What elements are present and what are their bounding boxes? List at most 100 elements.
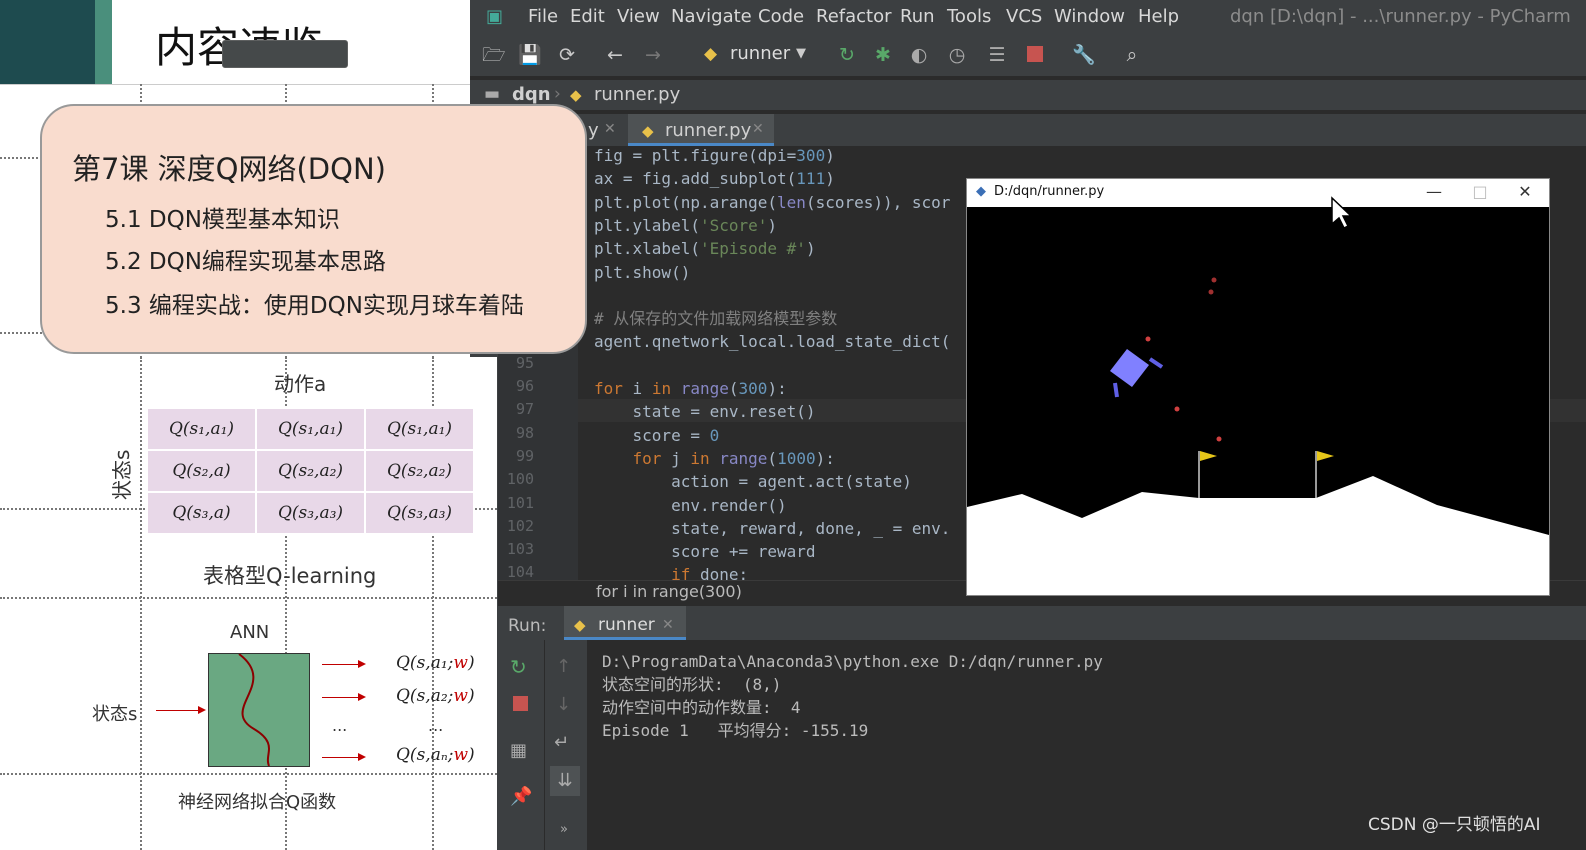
- save-icon[interactable]: 💾: [518, 44, 542, 66]
- close-icon[interactable]: ✕: [752, 121, 764, 137]
- code-text: fig = plt.figure(dpi=300): [594, 146, 835, 165]
- open-folder-icon[interactable]: 🗁: [482, 44, 506, 66]
- scroll-to-end-icon[interactable]: ⇊: [550, 766, 580, 796]
- up-arrow-icon[interactable]: ↑: [556, 656, 571, 677]
- code-line: 104 if done:: [498, 563, 968, 580]
- close-icon[interactable]: ✕: [662, 617, 674, 633]
- menu-view[interactable]: View: [617, 6, 660, 27]
- maximize-button[interactable]: □: [1470, 182, 1490, 201]
- ann-curve: [238, 653, 270, 767]
- ann-close: ): [467, 653, 475, 673]
- forward-arrow-icon[interactable]: →: [642, 44, 664, 66]
- code-text: if done:: [671, 565, 749, 580]
- lesson-item: 5.3 编程实战：使用DQN实现月球车着陆: [105, 293, 524, 319]
- ann-weight: w: [453, 653, 468, 673]
- lander-leg: [1113, 382, 1119, 398]
- ann-weight: w: [453, 686, 468, 706]
- code-text: plt.plot(np.arange(len(scores)), scor: [594, 192, 951, 212]
- chevron-down-icon: ▼: [796, 46, 806, 61]
- code-line: 95: [498, 354, 968, 377]
- ann-ellipsis: ...: [332, 716, 348, 735]
- menu-file[interactable]: File: [528, 6, 558, 27]
- table-cell: Q(s₂,a₂): [364, 449, 475, 493]
- ann-box: [208, 653, 310, 767]
- search-icon[interactable]: ⌕: [1121, 44, 1143, 66]
- ann-output-text: Q(s,a₂;: [396, 686, 454, 706]
- layout-icon[interactable]: ▦: [510, 740, 527, 761]
- code-line: 96 for i in range(300):: [498, 377, 968, 400]
- tab-previous[interactable]: y: [588, 120, 599, 141]
- code-text: score += reward: [594, 542, 816, 562]
- breadcrumb-project[interactable]: dqn: [512, 84, 551, 105]
- lesson-item: 5.1 DQN模型基本知识: [105, 207, 340, 233]
- guide-line: [0, 597, 497, 599]
- code-text: env.render(): [594, 495, 787, 515]
- code-text: plt.xlabel('Episode #'): [594, 239, 816, 259]
- console-line: Episode 1 平均得分: -155.19: [602, 721, 869, 740]
- stop-icon[interactable]: [513, 696, 528, 711]
- qtable-action-label: 动作a: [274, 372, 327, 396]
- soft-wrap-icon[interactable]: ↵: [554, 732, 569, 753]
- concurrency-icon[interactable]: ☰: [986, 44, 1008, 66]
- console-line: 状态空间的形状: (8,): [602, 675, 782, 694]
- game-window-title: D:/dqn/runner.py: [994, 184, 1105, 199]
- rerun-icon[interactable]: ↻: [510, 655, 527, 679]
- code-text: # 从保存的文件加载网络模型参数: [594, 309, 838, 329]
- line-number: 99: [515, 446, 534, 465]
- stop-icon[interactable]: [1027, 46, 1043, 62]
- watermark: CSDN @一只顿悟的AI: [1368, 815, 1541, 835]
- profile-icon[interactable]: ◷: [946, 44, 968, 66]
- breadcrumb-file[interactable]: runner.py: [594, 84, 680, 105]
- close-icon[interactable]: ✕: [604, 121, 616, 137]
- code-text: state, reward, done, _ = env.: [594, 518, 951, 538]
- menu-window[interactable]: Window: [1054, 6, 1125, 27]
- particle: [1174, 406, 1180, 412]
- python-icon: ◆: [574, 616, 586, 634]
- lesson-item: 5.2 DQN编程实现基本思路: [105, 249, 386, 275]
- ann-input-label: 状态s: [92, 704, 138, 725]
- back-arrow-icon[interactable]: ←: [604, 44, 626, 66]
- table-row: Q(s₂,a) Q(s₂,a₂) Q(s₂,a₂): [146, 449, 475, 493]
- down-arrow-icon[interactable]: ↓: [556, 694, 571, 715]
- rerun-icon[interactable]: ↻: [836, 44, 858, 66]
- menu-vcs[interactable]: VCS: [1006, 6, 1042, 27]
- menu-help[interactable]: Help: [1138, 6, 1179, 27]
- line-number: 96: [515, 377, 534, 395]
- table-cell: Q(s₁,a₁): [146, 407, 257, 451]
- menu-edit[interactable]: Edit: [570, 6, 605, 27]
- particle: [1208, 289, 1214, 295]
- divider: [0, 84, 470, 85]
- code-line: 103 score += reward: [498, 540, 968, 563]
- lesson-title: 第7课 深度Q网络(DQN): [72, 152, 386, 186]
- menu-tools[interactable]: Tools: [947, 6, 991, 27]
- close-button[interactable]: ✕: [1515, 182, 1535, 201]
- guide-line: [140, 357, 142, 850]
- structure-breadcrumb[interactable]: for i in range(300): [596, 582, 742, 601]
- qtable-state-label: 状态s: [110, 449, 134, 500]
- minimize-button[interactable]: —: [1424, 182, 1444, 201]
- table-cell: Q(s₂,a): [146, 449, 257, 493]
- python-file-icon: ◆: [570, 86, 582, 104]
- menu-run[interactable]: Run: [900, 6, 935, 27]
- line-number: 104: [506, 563, 534, 580]
- wrench-icon[interactable]: 🔧: [1072, 44, 1096, 66]
- run-config-label: runner: [730, 43, 791, 64]
- console-line: D:\ProgramData\Anaconda3\python.exe D:/d…: [602, 652, 1103, 671]
- ann-output: Q(s,a₂;w): [396, 686, 475, 706]
- code-line: 98 score = 0: [498, 424, 968, 447]
- ann-output-text: Q(s,aₙ;: [396, 745, 454, 765]
- folder-icon: ▬: [484, 84, 501, 104]
- coverage-icon[interactable]: ◐: [908, 44, 930, 66]
- line-number: 95: [515, 353, 534, 372]
- code-line: 99 for j in range(1000):: [498, 447, 968, 470]
- menu-navigate[interactable]: Navigate: [671, 6, 752, 27]
- arrow-head: [358, 753, 366, 761]
- menu-code[interactable]: Code: [758, 6, 804, 27]
- pin-icon[interactable]: 📌: [510, 786, 532, 807]
- run-config-combo[interactable]: [222, 40, 348, 68]
- more-icon[interactable]: »: [560, 822, 568, 837]
- sync-icon[interactable]: ⟳: [556, 44, 578, 66]
- menu-refactor[interactable]: Refactor: [816, 6, 892, 27]
- debug-icon[interactable]: ✱: [872, 44, 894, 66]
- chevron-right-icon: ›: [554, 84, 561, 104]
